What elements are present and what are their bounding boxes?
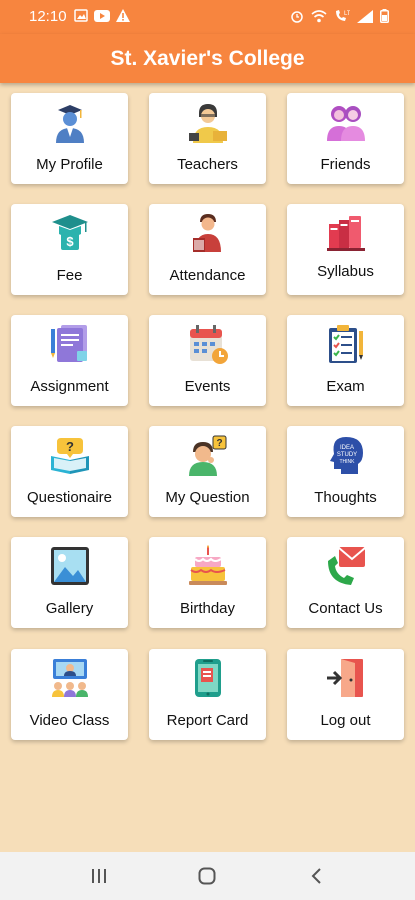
svg-text:THINK: THINK	[340, 459, 356, 465]
tile-label: Report Card	[166, 712, 249, 729]
status-bar: 12:10 LTE	[0, 0, 415, 34]
recent-apps-button[interactable]	[69, 852, 129, 900]
call-icon: LTE	[336, 10, 350, 21]
battery-icon	[380, 9, 389, 23]
events-tile[interactable]: Events	[149, 315, 266, 406]
svg-text:?: ?	[66, 439, 74, 454]
tile-label: Exam	[326, 378, 365, 395]
home-button[interactable]	[177, 852, 237, 900]
tile-label: Questionaire	[26, 489, 113, 506]
attendance-icon	[193, 214, 221, 252]
app-bar: St. Xavier's College	[0, 34, 415, 83]
contact-icon	[328, 547, 366, 585]
alarm-icon	[291, 11, 303, 23]
friends-icon	[327, 106, 365, 141]
gallery-tile[interactable]: Gallery	[11, 537, 128, 628]
head-thoughts-icon: IDEA STUDY THINK	[330, 437, 363, 474]
exam-tile[interactable]: Exam	[287, 315, 404, 406]
tile-label: Log out	[320, 712, 371, 729]
tile-label: Friends	[320, 156, 371, 173]
tile-label: Teachers	[177, 156, 238, 173]
wifi-icon	[311, 9, 327, 22]
home-icon	[198, 867, 216, 885]
image-icon	[74, 9, 88, 22]
tile-label: Video Class	[29, 712, 110, 729]
tile-label: Gallery	[45, 600, 94, 617]
tile-label: Birthday	[179, 600, 236, 617]
thinking-person-icon: ?	[189, 435, 227, 476]
svg-text:IDEA: IDEA	[340, 445, 354, 451]
svg-text:?: ?	[216, 438, 222, 449]
my-profile-tile[interactable]: My Profile	[11, 93, 128, 184]
question-book-icon: ?	[51, 438, 89, 474]
tile-label: Contact Us	[308, 600, 383, 617]
navigation-bar	[0, 852, 415, 900]
assignment-icon	[51, 325, 87, 362]
tile-label: Attendance	[169, 267, 246, 284]
tile-label: Thoughts	[314, 489, 377, 506]
thoughts-tile[interactable]: IDEA STUDY THINK Thoughts	[287, 426, 404, 517]
tile-label: My Question	[165, 489, 250, 506]
graduation-fee-icon: $	[52, 215, 88, 250]
friends-tile[interactable]: Friends	[287, 93, 404, 184]
warning-icon	[116, 9, 130, 22]
video-class-tile[interactable]: Video Class	[11, 649, 128, 740]
birthday-tile[interactable]: Birthday	[149, 537, 266, 628]
svg-text:LTE: LTE	[344, 11, 350, 17]
attendance-tile[interactable]: Attendance	[149, 204, 266, 295]
status-time: 12:10	[29, 8, 67, 25]
report-card-tile[interactable]: Report Card	[149, 649, 266, 740]
syllabus-tile[interactable]: Syllabus	[287, 204, 404, 295]
teacher-icon	[189, 104, 227, 143]
teachers-tile[interactable]: Teachers	[149, 93, 266, 184]
questionaire-tile[interactable]: ? Questionaire	[11, 426, 128, 517]
svg-text:STUDY: STUDY	[337, 452, 357, 458]
recent-apps-icon	[92, 869, 106, 883]
assignment-tile[interactable]: Assignment	[11, 315, 128, 406]
back-icon	[311, 868, 321, 884]
tile-label: Syllabus	[317, 263, 374, 280]
books-icon	[327, 216, 365, 251]
logout-door-icon	[327, 659, 363, 697]
report-card-icon	[195, 659, 221, 697]
graduate-profile-icon	[56, 105, 84, 143]
gallery-icon	[51, 547, 89, 585]
tile-label: Events	[184, 378, 231, 395]
cake-icon	[189, 545, 227, 585]
fee-tile[interactable]: $ Fee	[11, 204, 128, 295]
signal-icon	[357, 9, 373, 23]
tile-label: Assignment	[30, 378, 109, 395]
back-button[interactable]	[286, 852, 346, 900]
log-out-tile[interactable]: Log out	[287, 649, 404, 740]
tile-label: My Profile	[36, 156, 103, 173]
checklist-icon	[329, 325, 363, 363]
my-question-tile[interactable]: ? My Question	[149, 426, 266, 517]
contact-us-tile[interactable]: Contact Us	[287, 537, 404, 628]
page-title: St. Xavier's College	[110, 47, 305, 70]
tile-label: Fee	[56, 267, 83, 284]
calendar-icon	[190, 325, 228, 364]
youtube-icon	[94, 9, 110, 22]
video-class-icon	[52, 659, 88, 697]
svg-text:$: $	[66, 234, 74, 249]
